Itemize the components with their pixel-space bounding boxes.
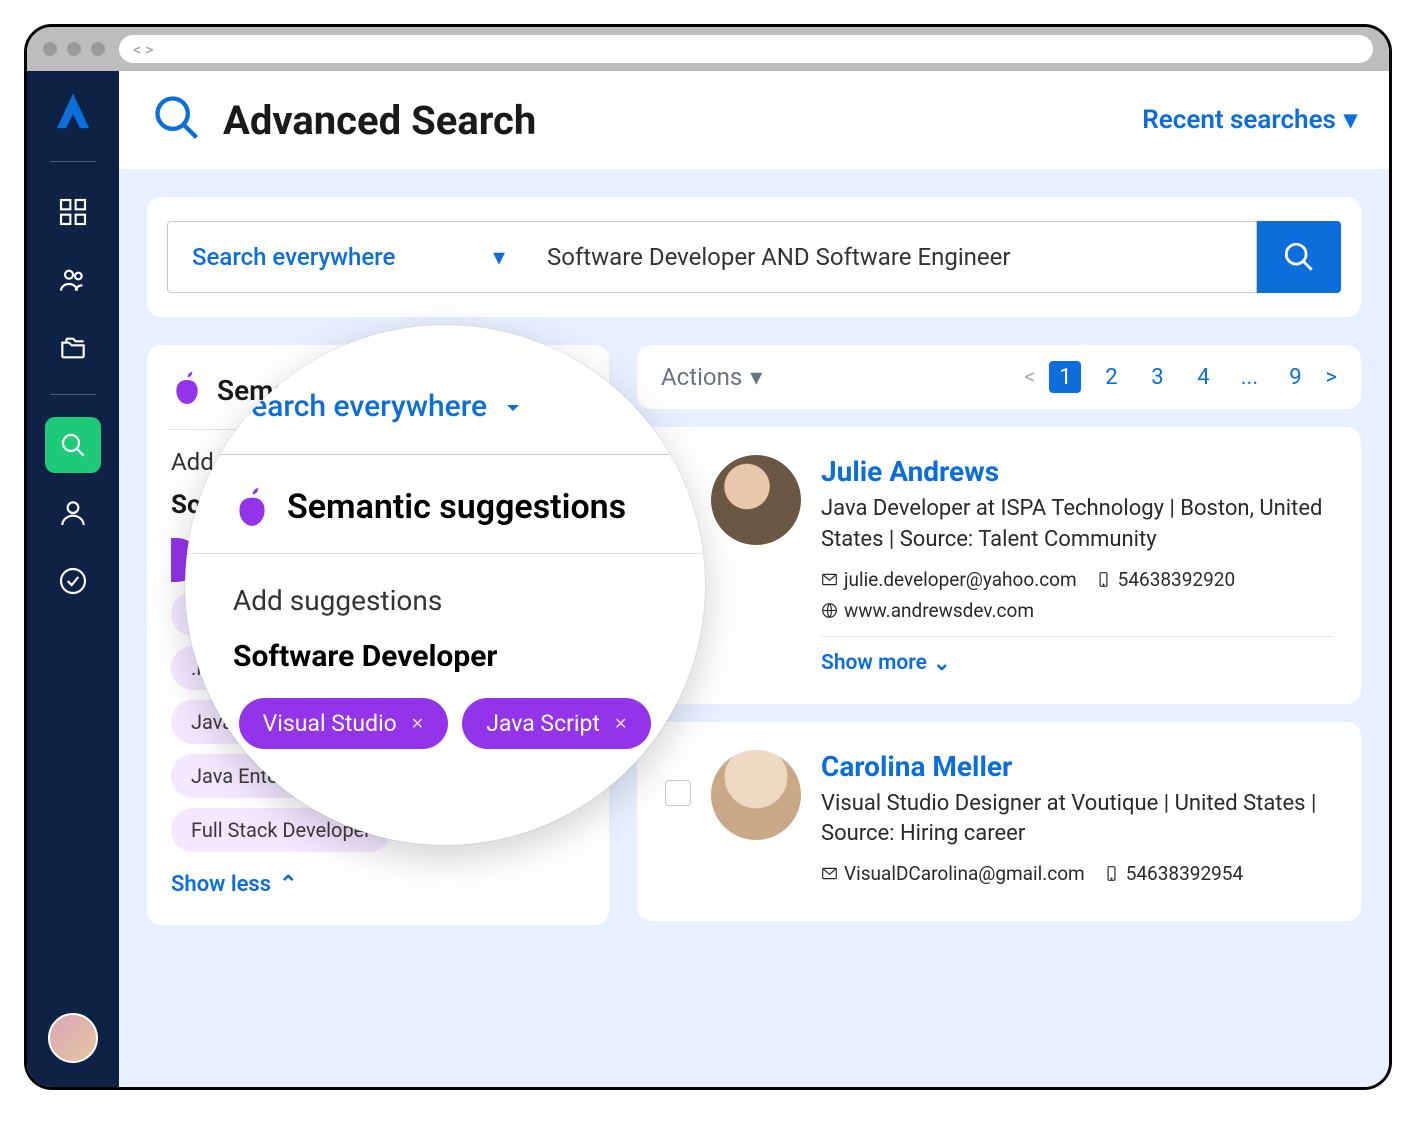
sidebar xyxy=(27,71,119,1087)
chip[interactable]: Java Enterprise Edition xyxy=(171,754,414,798)
sidebar-item-profile[interactable] xyxy=(45,485,101,541)
chip[interactable]: Java Server Pages xyxy=(171,700,375,744)
chevron-down-icon: ▾ xyxy=(1344,105,1357,135)
chevron-down-icon: ⌄ xyxy=(933,651,951,676)
url-bar[interactable]: < > xyxy=(119,35,1373,63)
candidate-card: Carolina Meller Visual Studio Designer a… xyxy=(637,722,1361,922)
pager-page[interactable]: 9 xyxy=(1279,361,1311,393)
pager-page[interactable]: 4 xyxy=(1187,361,1219,393)
page-header: Advanced Search Recent searches ▾ xyxy=(119,71,1389,169)
candidate-card: Julie Andrews Java Developer at ISPA Tec… xyxy=(637,427,1361,704)
remove-chip-icon[interactable]: ✕ xyxy=(360,551,373,570)
remove-chip-icon[interactable]: ✕ xyxy=(536,551,549,570)
search-icon xyxy=(151,92,203,148)
sidebar-item-folders[interactable] xyxy=(45,320,101,376)
phone-icon xyxy=(1095,571,1112,588)
chip[interactable]: Full Stack Developer xyxy=(171,808,391,852)
sidebar-item-tasks[interactable] xyxy=(45,553,101,609)
mail-icon xyxy=(821,571,838,588)
chevron-down-icon: ▾ xyxy=(493,243,505,271)
candidate-email: julie.developer@yahoo.com xyxy=(821,568,1077,591)
pager-ellipsis: ... xyxy=(1233,361,1265,393)
search-scope-dropdown[interactable]: Search everywhere ▾ xyxy=(167,221,527,293)
pager-page[interactable]: 3 xyxy=(1141,361,1173,393)
select-candidate-checkbox[interactable] xyxy=(665,780,691,806)
nav-back-icon[interactable]: < xyxy=(133,40,141,59)
candidate-phone: 54638392920 xyxy=(1095,568,1235,591)
maximize-window-icon[interactable] xyxy=(91,42,105,56)
candidate-avatar xyxy=(711,455,801,545)
search-button[interactable] xyxy=(1257,221,1341,293)
suggestion-chips: Visual Studio✕ Java Script✕ ASP.NET Spri… xyxy=(167,538,589,852)
candidate-email: VisualDCarolina@gmail.com xyxy=(821,862,1085,885)
recent-searches-label: Recent searches xyxy=(1142,105,1336,135)
candidate-role: Java Developer at ISPA Technology | Bost… xyxy=(821,494,1333,556)
chip-selected[interactable] xyxy=(171,538,199,582)
search-query-input[interactable] xyxy=(527,221,1257,293)
close-window-icon[interactable] xyxy=(43,42,57,56)
app-logo-icon[interactable] xyxy=(50,89,96,135)
minimize-window-icon[interactable] xyxy=(67,42,81,56)
phone-icon xyxy=(1103,865,1120,882)
sidebar-item-people[interactable] xyxy=(45,252,101,308)
nav-forward-icon[interactable]: > xyxy=(145,40,153,59)
suggestion-term: Software Developer xyxy=(171,490,585,520)
apple-icon xyxy=(171,369,203,411)
user-avatar[interactable] xyxy=(48,1013,98,1063)
semantic-suggestions-panel: Semantic suggestions Add suggestions Sof… xyxy=(147,345,609,925)
chevron-up-icon: ⌃ xyxy=(279,872,297,897)
mail-icon xyxy=(821,865,838,882)
sidebar-item-dashboard[interactable] xyxy=(45,184,101,240)
results-toolbar: Actions ▾ < 1 2 3 4 ... 9 xyxy=(637,345,1361,409)
add-suggestions-label: Add suggestions xyxy=(171,448,585,476)
chevron-down-icon: ▾ xyxy=(750,363,762,391)
chip[interactable]: .NET xyxy=(171,646,254,690)
chip[interactable]: Spring Framework xyxy=(300,592,502,636)
pager-page[interactable]: 1 xyxy=(1049,361,1081,393)
show-more-toggle[interactable]: Show more ⌄ xyxy=(821,651,1333,676)
actions-dropdown[interactable]: Actions ▾ xyxy=(661,363,762,391)
pager-next-icon[interactable]: > xyxy=(1325,365,1337,390)
chip[interactable]: Programmer xyxy=(387,700,539,744)
candidate-role: Visual Studio Designer at Voutique | Uni… xyxy=(821,789,1333,851)
pagination: < 1 2 3 4 ... 9 > xyxy=(1024,361,1337,393)
chip[interactable]: Java Server Pages xyxy=(266,646,470,690)
globe-icon xyxy=(821,602,838,619)
search-scope-label: Search everywhere xyxy=(192,243,395,271)
page-title: Advanced Search xyxy=(223,97,536,144)
chip-selected[interactable]: Java Script✕ xyxy=(405,538,569,582)
browser-chrome: < > xyxy=(27,27,1389,71)
window-controls xyxy=(43,42,105,56)
chip[interactable]: ASP.NET xyxy=(171,592,288,636)
show-less-toggle[interactable]: Show less ⌃ xyxy=(171,872,585,897)
candidate-website: www.andrewsdev.com xyxy=(821,599,1034,622)
candidate-name-link[interactable]: Julie Andrews xyxy=(821,455,1333,488)
search-icon xyxy=(1282,240,1316,274)
chip-selected[interactable]: Visual Studio✕ xyxy=(211,538,393,582)
candidate-phone: 54638392954 xyxy=(1103,862,1243,885)
sidebar-item-search[interactable] xyxy=(45,417,101,473)
candidate-name-link[interactable]: Carolina Meller xyxy=(821,750,1333,783)
candidate-avatar xyxy=(711,750,801,840)
pager-page[interactable]: 2 xyxy=(1095,361,1127,393)
semantic-title: Semantic suggestions xyxy=(217,374,496,407)
recent-searches-dropdown[interactable]: Recent searches ▾ xyxy=(1142,105,1357,135)
pager-prev-icon[interactable]: < xyxy=(1024,365,1035,390)
search-panel: Search everywhere ▾ xyxy=(147,197,1361,317)
